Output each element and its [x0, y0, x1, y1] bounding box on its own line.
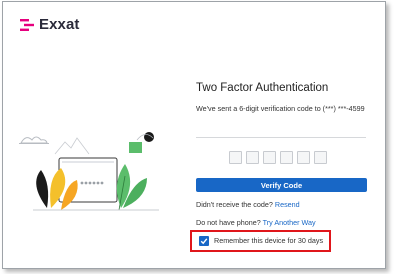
device-plants-illustration	[19, 132, 159, 211]
code-digit-6[interactable]	[314, 151, 327, 164]
resend-link[interactable]: Resend	[275, 200, 300, 209]
verification-sent-message: We've sent a 6-digit verification code t…	[196, 104, 365, 113]
brand-name: Exxat	[39, 16, 80, 33]
verification-code-inputs	[229, 151, 327, 164]
code-digit-4[interactable]	[280, 151, 293, 164]
resend-row: Didn't receive the code? Resend	[196, 200, 300, 209]
login-window: Exxat Two Factor Authentication We've se	[2, 1, 386, 269]
alternate-method-row: Do not have phone? Try Another Way	[196, 218, 316, 227]
not-received-text: Didn't receive the code?	[196, 200, 273, 209]
exxat-logo-icon	[20, 18, 34, 31]
remember-device-label: Remember this device for 30 days	[214, 236, 324, 245]
code-digit-5[interactable]	[297, 151, 310, 164]
verify-code-button[interactable]: Verify Code	[196, 178, 367, 192]
code-digit-3[interactable]	[263, 151, 276, 164]
no-phone-text: Do not have phone?	[196, 218, 261, 227]
code-digit-1[interactable]	[229, 151, 242, 164]
brand-logo: Exxat	[20, 16, 80, 33]
checkmark-icon	[200, 238, 208, 245]
divider	[196, 137, 366, 138]
remember-device-highlight: Remember this device for 30 days	[190, 230, 331, 252]
remember-device-checkbox[interactable]	[199, 236, 209, 246]
page-title: Two Factor Authentication	[196, 82, 329, 94]
try-another-way-link[interactable]: Try Another Way	[263, 218, 316, 227]
code-digit-2[interactable]	[246, 151, 259, 164]
